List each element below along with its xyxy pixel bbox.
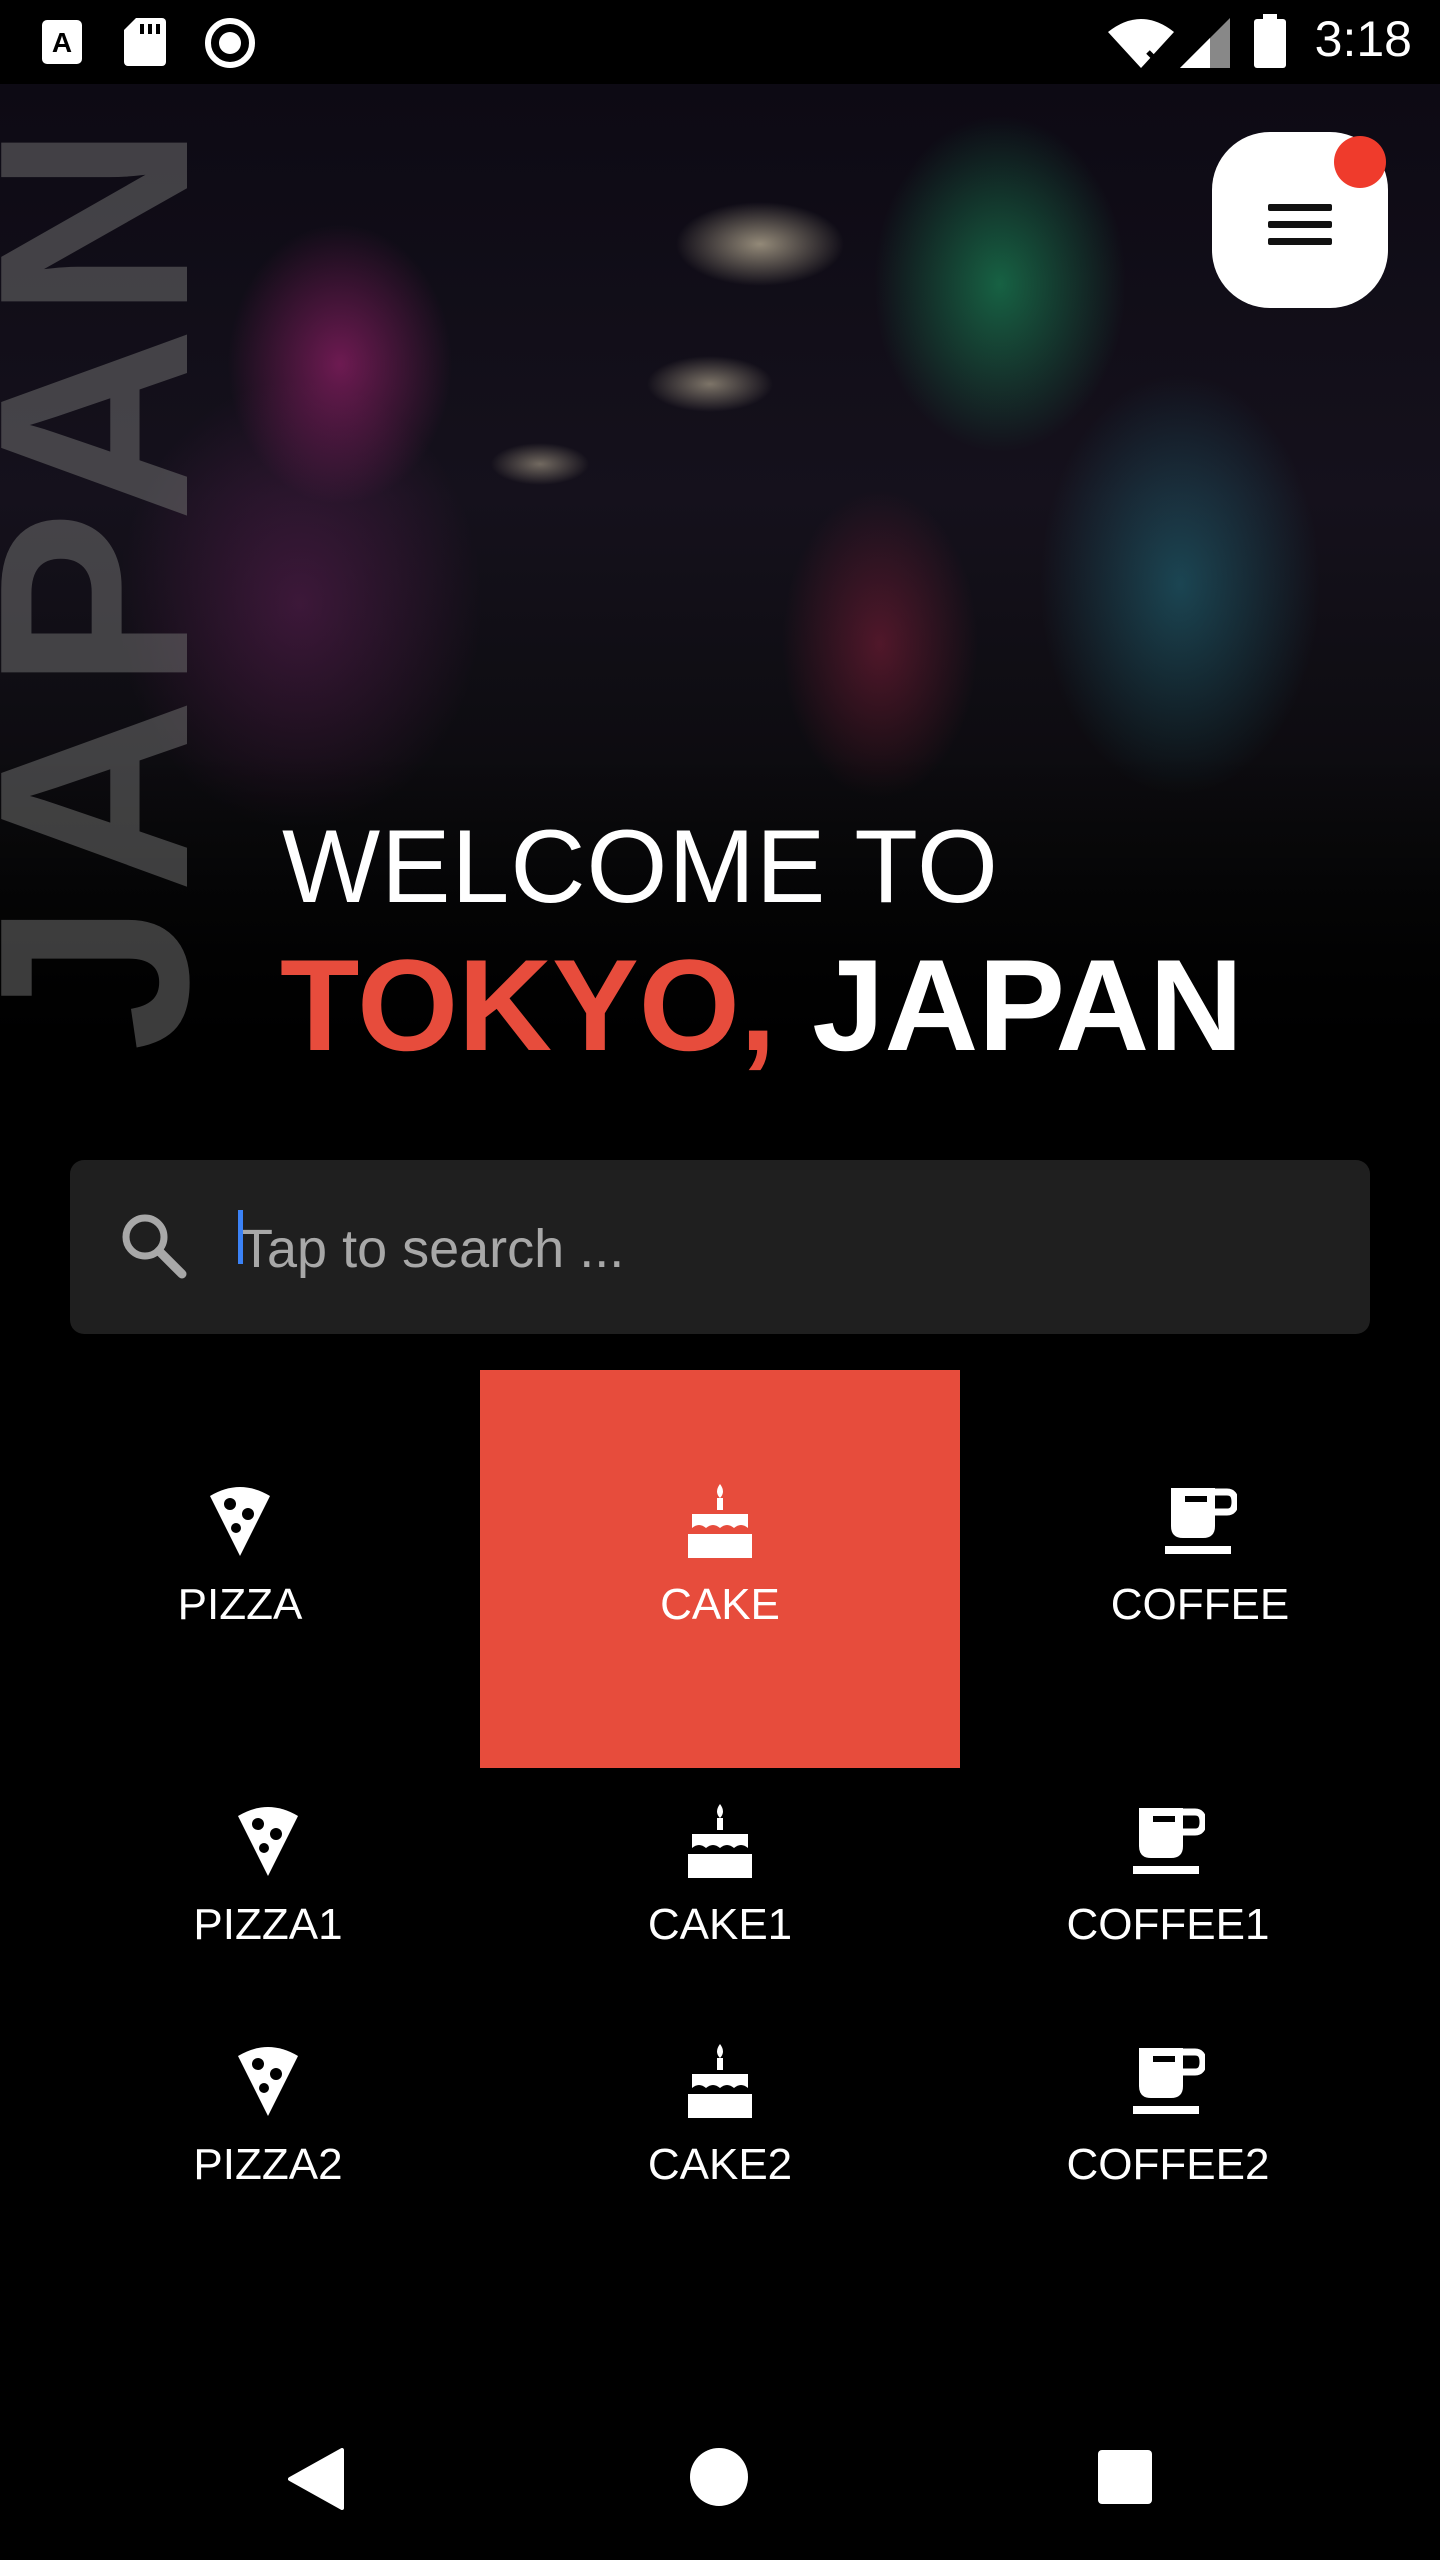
home-icon[interactable] bbox=[690, 2448, 748, 2506]
coffee-icon bbox=[1133, 1808, 1205, 1874]
category-cake2[interactable]: CAKE2 bbox=[600, 2044, 840, 2190]
category-pizza1[interactable]: PIZZA1 bbox=[148, 1804, 388, 1950]
pizza-icon bbox=[210, 1487, 270, 1556]
record-icon bbox=[205, 18, 255, 68]
city-heading: TOKYO, JAPAN bbox=[280, 930, 1243, 1080]
clock: 3:18 bbox=[1314, 11, 1412, 67]
country-name: JAPAN bbox=[776, 932, 1244, 1078]
vertical-word: JAPAN bbox=[0, 116, 245, 1052]
category-label: COFFEE1 bbox=[1066, 1900, 1270, 1949]
notification-dot bbox=[1334, 136, 1386, 188]
coffee-icon bbox=[1165, 1488, 1237, 1554]
svg-text:A: A bbox=[52, 27, 72, 58]
category-label: COFFEE bbox=[1110, 1580, 1290, 1629]
category-label: PIZZA2 bbox=[193, 2140, 343, 2189]
back-icon[interactable] bbox=[288, 2448, 344, 2510]
wifi-icon bbox=[1108, 19, 1174, 68]
category-cake1[interactable]: CAKE1 bbox=[600, 1804, 840, 1950]
category-label: PIZZA1 bbox=[193, 1900, 343, 1949]
category-label: CAKE1 bbox=[647, 1900, 793, 1949]
category-label: CAKE2 bbox=[647, 2140, 793, 2189]
category-label: COFFEE2 bbox=[1066, 2140, 1270, 2189]
pizza-icon bbox=[238, 2047, 298, 2116]
category-coffee2[interactable]: COFFEE2 bbox=[1048, 2044, 1288, 2190]
cake-icon bbox=[688, 2044, 752, 2118]
a-notification-icon: A bbox=[42, 20, 82, 64]
hamburger-icon bbox=[1268, 204, 1332, 255]
category-coffee1[interactable]: COFFEE1 bbox=[1048, 1804, 1288, 1950]
category-pizza[interactable]: PIZZA bbox=[120, 1484, 360, 1630]
sd-card-icon bbox=[124, 18, 166, 66]
search-bar[interactable] bbox=[70, 1160, 1370, 1334]
vertical-watermark: JAPAN bbox=[0, 84, 265, 1084]
city-name: TOKYO, bbox=[280, 932, 777, 1078]
category-label: PIZZA bbox=[177, 1580, 303, 1629]
cake-icon bbox=[688, 1804, 752, 1878]
coffee-icon bbox=[1133, 2048, 1205, 2114]
category-cake[interactable]: CAKE bbox=[600, 1484, 840, 1630]
category-label: CAKE bbox=[660, 1580, 780, 1629]
category-pizza2[interactable]: PIZZA2 bbox=[148, 2044, 388, 2190]
cake-icon bbox=[688, 1484, 752, 1558]
text-cursor bbox=[238, 1210, 243, 1264]
status-bar: A 3:18 bbox=[0, 0, 1440, 84]
recent-apps-icon[interactable] bbox=[1098, 2450, 1152, 2504]
welcome-heading: WELCOME TO bbox=[282, 809, 999, 925]
pizza-icon bbox=[238, 1807, 298, 1876]
category-coffee[interactable]: COFFEE bbox=[1080, 1484, 1320, 1630]
search-icon bbox=[122, 1214, 187, 1279]
battery-icon bbox=[1254, 14, 1286, 68]
signal-icon bbox=[1180, 18, 1230, 68]
search-input[interactable] bbox=[238, 1206, 1322, 1292]
